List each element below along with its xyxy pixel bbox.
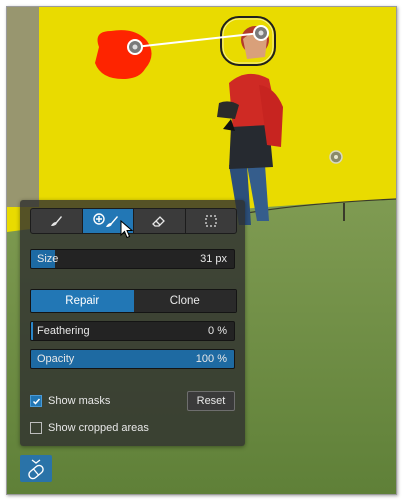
reset-button[interactable]: Reset [187, 391, 235, 411]
target-handle[interactable] [127, 39, 143, 55]
feathering-slider-edge [31, 322, 33, 340]
size-label: Size [37, 253, 59, 265]
show-cropped-box[interactable] [30, 422, 42, 434]
checkmark-icon [32, 398, 40, 405]
show-masks-box[interactable] [30, 395, 42, 407]
source-handle[interactable] [253, 25, 269, 41]
show-cropped-areas-checkbox[interactable]: Show cropped areas [30, 422, 149, 434]
mask-pin-handle[interactable] [329, 150, 343, 164]
opacity-slider[interactable]: Opacity 100 % [30, 349, 235, 369]
eraser-tool-button[interactable] [134, 209, 186, 233]
left-edge-strip [7, 7, 39, 207]
feathering-slider[interactable]: Feathering 0 % [30, 321, 235, 341]
repair-clone-toggle: Repair Clone [30, 289, 237, 313]
red-mask-blob[interactable] [95, 30, 152, 79]
mouse-cursor-icon [120, 220, 134, 239]
clone-option[interactable]: Clone [133, 290, 236, 312]
feathering-value: 0 % [208, 325, 227, 337]
opacity-value: 100 % [195, 353, 227, 365]
photo-editor-window: Size 31 px Repair Clone Feathering 0 % O… [6, 6, 397, 495]
size-slider[interactable]: Size 31 px [30, 249, 235, 269]
bandage-icon [28, 458, 44, 479]
brush-icon [51, 216, 63, 226]
show-masks-checkbox[interactable]: Show masks [30, 395, 110, 407]
show-cropped-label: Show cropped areas [48, 422, 149, 434]
brush-tool-button[interactable] [31, 209, 83, 233]
opacity-label: Opacity [37, 353, 75, 365]
panel-toggle-button[interactable] [20, 455, 52, 482]
feathering-label: Feathering [37, 325, 90, 337]
repair-option[interactable]: Repair [31, 290, 134, 312]
crop-icon [205, 215, 217, 227]
size-value: 31 px [200, 253, 227, 265]
heal-brush-icon [93, 213, 118, 227]
eraser-icon [152, 216, 166, 227]
crop-tool-button[interactable] [186, 209, 237, 233]
show-masks-label: Show masks [48, 395, 111, 407]
